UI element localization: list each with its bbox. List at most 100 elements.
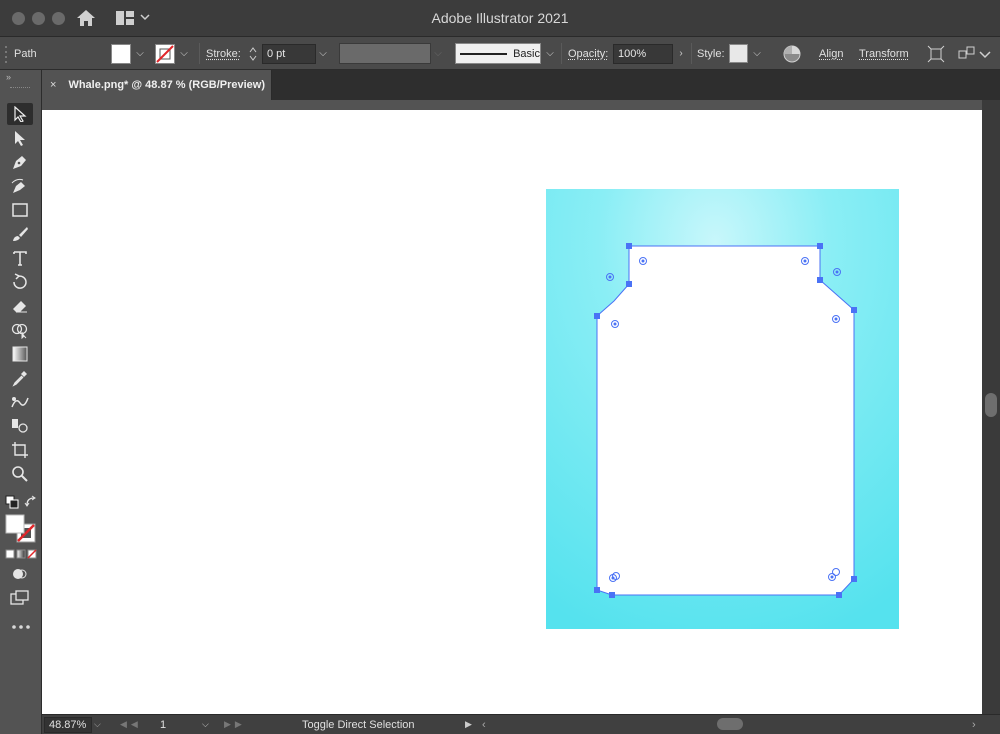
color-mode-buttons[interactable] [5, 549, 37, 559]
zoom-level-field[interactable]: 48.87% [44, 716, 92, 733]
brush-dropdown[interactable]: ⌵ [543, 37, 557, 70]
curvature-tool[interactable] [7, 175, 33, 197]
vertical-scroll-thumb[interactable] [985, 393, 997, 417]
swap-fill-stroke-icon[interactable] [24, 495, 38, 509]
selection-type-label: Path [14, 47, 37, 60]
document-tab-bar: × Whale.png* @ 48.87 % (RGB/Preview) [42, 70, 1000, 100]
blend-tool-icon [11, 397, 29, 408]
stroke-label[interactable]: Stroke: [206, 37, 241, 70]
paintbrush-tool-icon [13, 227, 28, 241]
zoom-tool-icon [12, 466, 28, 482]
type-tool[interactable] [7, 247, 33, 269]
title-bar: Adobe Illustrator 2021 [0, 0, 1000, 37]
control-bar-menu-icon[interactable] [977, 37, 993, 70]
artboard-tool[interactable] [7, 439, 33, 461]
next-last-artboard-buttons[interactable]: ▶▶ [224, 715, 246, 734]
pen-tool-icon [13, 156, 26, 169]
transform-button[interactable]: Transform [859, 37, 909, 70]
eraser-tool[interactable] [7, 295, 33, 317]
align-button[interactable]: Align [819, 37, 843, 70]
shape-builder-tool-icon [11, 323, 28, 339]
eyedropper-tool[interactable] [7, 367, 33, 389]
symbol-sprayer-tool-icon [12, 419, 28, 433]
tools-panel: » [0, 70, 42, 734]
blend-tool[interactable] [7, 391, 33, 413]
close-tab-icon[interactable]: × [50, 79, 56, 91]
eraser-tool-icon [13, 301, 27, 313]
artboard[interactable] [42, 110, 982, 714]
shape-builder-tool[interactable] [7, 319, 33, 341]
panel-grip-icon[interactable] [5, 37, 9, 70]
opacity-field[interactable]: 100% [613, 43, 673, 64]
fill-stroke-swatches-icon [5, 514, 36, 543]
brush-definition[interactable]: Basic [455, 37, 541, 70]
curvature-tool-icon [11, 178, 25, 193]
brush-label: Basic [513, 47, 540, 60]
first-artboard-icon[interactable]: ◀◀ [120, 719, 142, 730]
gradient-tool-icon [12, 346, 28, 362]
type-tool-icon [13, 251, 27, 266]
fill-stroke-selector[interactable] [4, 514, 38, 544]
rotate-tool-icon [13, 273, 27, 289]
artwork[interactable] [42, 110, 982, 714]
document-tab-title: Whale.png* @ 48.87 % (RGB/Preview) [68, 79, 265, 91]
selection-tool[interactable] [7, 103, 33, 125]
pen-tool[interactable] [7, 151, 33, 173]
zoom-tool[interactable] [7, 463, 33, 485]
artboard-tool-icon [12, 442, 28, 458]
variable-width-profile[interactable] [339, 37, 431, 70]
brush-stroke-preview [460, 52, 508, 55]
scroll-left-icon[interactable]: ‹ [482, 715, 486, 734]
rectangle-tool[interactable] [7, 199, 33, 221]
stroke-weight-field[interactable]: 0 pt [262, 43, 316, 64]
status-menu-arrow[interactable]: ▶ [465, 715, 472, 734]
selection-tool-icon [14, 106, 27, 122]
opacity-slider-arrow[interactable]: › [674, 37, 688, 70]
control-bar: Path ⌵ ⌵ Stroke: 0 pt ⌵ ⌵ Basic ⌵ Opacit… [0, 37, 1000, 70]
first-previous-artboard-buttons[interactable]: ◀◀ [120, 715, 142, 734]
next-artboard-icon[interactable]: ▶▶ [224, 719, 246, 730]
stepper-icon[interactable] [248, 44, 258, 64]
panel-grip[interactable] [10, 87, 30, 89]
graphic-style-swatch[interactable] [729, 37, 748, 70]
vertical-scrollbar[interactable] [982, 100, 1000, 714]
direct-selection-tool[interactable] [7, 127, 33, 149]
style-label: Style: [697, 47, 725, 60]
stroke-swatch[interactable] [155, 37, 175, 70]
scroll-right-icon[interactable]: › [972, 715, 976, 734]
eyedropper-tool-icon [12, 371, 27, 387]
status-text[interactable]: Toggle Direct Selection [302, 715, 415, 734]
fill-swatch[interactable] [111, 37, 131, 70]
drawing-mode-icon[interactable] [12, 567, 28, 581]
stroke-weight-dropdown[interactable]: ⌵ [316, 37, 330, 70]
default-fill-stroke-icon[interactable] [5, 495, 19, 509]
rectangle-tool-icon [12, 203, 28, 217]
app-title: Adobe Illustrator 2021 [431, 10, 569, 26]
stroke-weight-stepper[interactable] [248, 37, 258, 70]
canvas-area[interactable] [42, 100, 982, 714]
arrange-documents-icon[interactable] [958, 37, 976, 70]
artboard-dropdown[interactable]: ⌵ [202, 715, 209, 734]
collapse-panel-icon[interactable]: » [6, 72, 11, 82]
edit-toolbar-icon[interactable] [11, 624, 31, 630]
selected-path[interactable] [596, 245, 855, 596]
symbol-sprayer-tool[interactable] [7, 415, 33, 437]
direct-selection-tool-icon [15, 131, 25, 146]
stroke-dropdown[interactable]: ⌵ [177, 37, 191, 70]
isolate-selected-object-icon[interactable] [927, 37, 945, 70]
artboard-number-field[interactable]: 1 [156, 716, 204, 733]
fill-dropdown[interactable]: ⌵ [133, 37, 147, 70]
paintbrush-tool[interactable] [7, 223, 33, 245]
recolor-artwork-icon[interactable] [783, 37, 801, 70]
change-screen-mode-icon[interactable] [10, 590, 30, 606]
graphic-style-dropdown[interactable]: ⌵ [750, 37, 764, 70]
stroke-none-icon [155, 43, 175, 64]
zoom-dropdown[interactable]: ⌵ [94, 715, 101, 734]
horizontal-scroll-thumb[interactable] [717, 718, 743, 730]
status-bar: 48.87% ⌵ ◀◀ 1 ⌵ ▶▶ Toggle Direct Selecti… [42, 714, 1000, 734]
document-tab[interactable]: × Whale.png* @ 48.87 % (RGB/Preview) [42, 70, 272, 100]
gradient-tool[interactable] [7, 343, 33, 365]
rotate-tool[interactable] [7, 271, 33, 293]
variable-width-dropdown: ⌵ [434, 48, 442, 59]
opacity-label[interactable]: Opacity: [568, 37, 608, 70]
